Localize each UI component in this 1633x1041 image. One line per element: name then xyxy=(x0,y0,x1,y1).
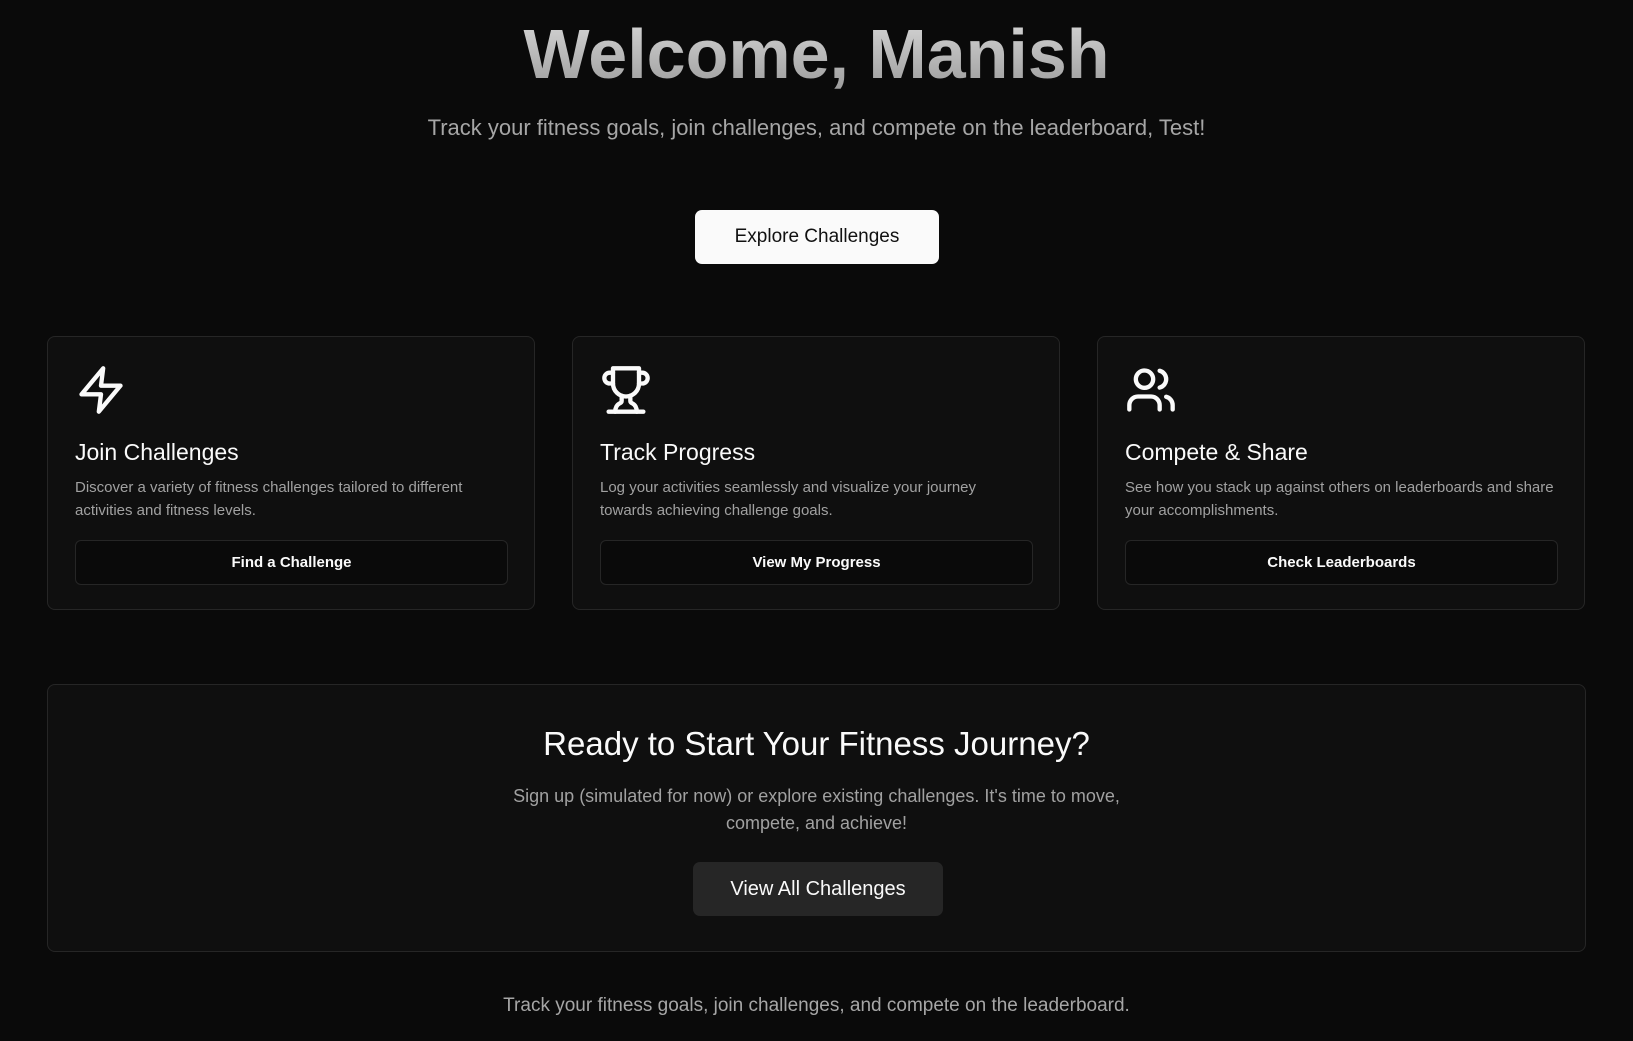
explore-challenges-button[interactable]: Explore Challenges xyxy=(695,210,939,264)
card-description: Discover a variety of fitness challenges… xyxy=(75,479,463,519)
cta-title: Ready to Start Your Fitness Journey? xyxy=(543,725,1090,762)
check-leaderboards-button[interactable]: Check Leaderboards xyxy=(1125,540,1558,585)
card-description: Log your activities seamlessly and visua… xyxy=(600,479,977,519)
hero-subtitle: Track your fitness goals, join challenge… xyxy=(427,115,1206,140)
page-title: Welcome, Manish xyxy=(0,14,1633,94)
view-my-progress-button[interactable]: View My Progress xyxy=(600,540,1033,585)
find-a-challenge-button[interactable]: Find a Challenge xyxy=(75,540,508,585)
cta-description: Sign up (simulated for now) or explore e… xyxy=(513,786,1120,833)
card-title: Join Challenges xyxy=(75,439,239,465)
card-title: Compete & Share xyxy=(1125,439,1308,465)
track-progress-card: Track Progress Log your activities seaml… xyxy=(572,336,1060,610)
compete-share-card: Compete & Share See how you stack up aga… xyxy=(1097,336,1585,610)
footer-text: Track your fitness goals, join challenge… xyxy=(503,995,1130,1016)
card-title: Track Progress xyxy=(600,439,756,465)
users-icon xyxy=(1125,364,1177,416)
view-all-challenges-button[interactable]: View All Challenges xyxy=(693,862,943,916)
join-challenges-card: Join Challenges Discover a variety of fi… xyxy=(47,336,535,610)
card-description: See how you stack up against others on l… xyxy=(1125,479,1554,519)
lightning-icon xyxy=(75,364,127,416)
trophy-icon xyxy=(600,364,652,416)
cta-section: Ready to Start Your Fitness Journey? Sig… xyxy=(47,684,1586,952)
